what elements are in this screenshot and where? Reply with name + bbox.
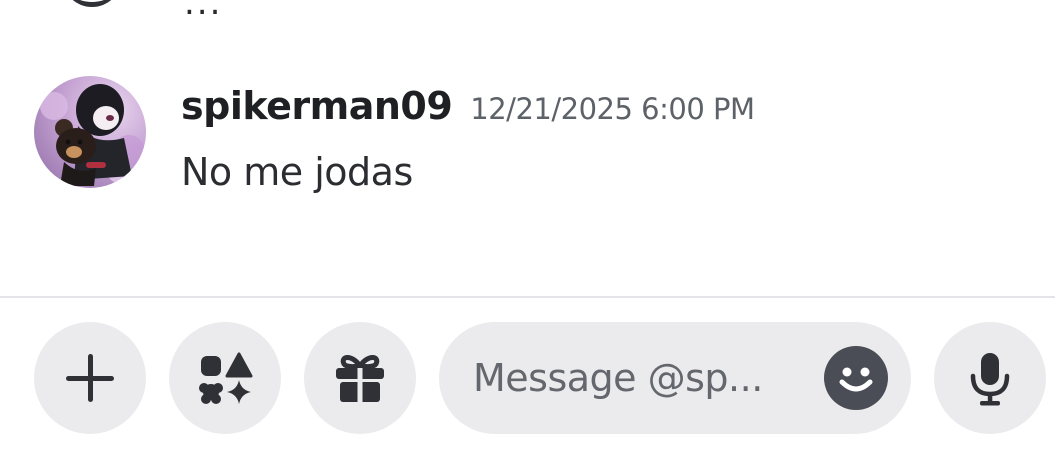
voice-message-button[interactable]: [934, 322, 1046, 434]
plus-icon: [66, 354, 114, 402]
attach-button[interactable]: [34, 322, 146, 434]
message-composer: [0, 298, 1055, 455]
previous-avatar: [62, 0, 122, 7]
message-input-container[interactable]: [439, 322, 911, 434]
message-item[interactable]: spikerman09 12/21/2025 6:00 PM No me joda…: [34, 74, 1034, 204]
message-input[interactable]: [473, 352, 803, 404]
apps-button[interactable]: [169, 322, 281, 434]
message-header: spikerman09 12/21/2025 6:00 PM: [181, 84, 755, 128]
gift-icon: [336, 355, 384, 402]
user-avatar[interactable]: [34, 76, 146, 188]
microphone-icon: [970, 353, 1010, 406]
emoji-button[interactable]: [824, 346, 888, 410]
username[interactable]: spikerman09: [181, 84, 453, 128]
chat-screen: ... spikerman09 12/21/2025 6:00 PM No me…: [0, 0, 1055, 455]
gift-button[interactable]: [304, 322, 416, 434]
emoji-icon: [839, 367, 873, 392]
message-content: No me jodas: [181, 150, 413, 194]
message-timestamp: 12/21/2025 6:00 PM: [470, 92, 755, 126]
previous-message-text: ...: [184, 0, 223, 23]
apps-icon: [199, 352, 253, 404]
